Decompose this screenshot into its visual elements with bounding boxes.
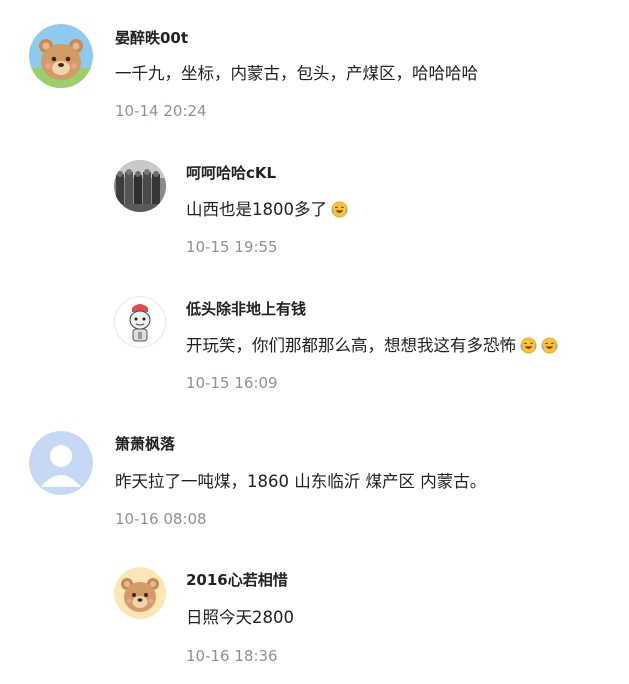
timestamp: 10-15 19:55: [186, 238, 278, 256]
comment-text: 一千九，坐标，内蒙古，包头，产煤区，哈哈哈哈: [115, 64, 478, 83]
comment-text: 开玩笑，你们那都那么高，想想我这有多恐怖: [186, 335, 558, 357]
default-user-avatar[interactable]: [29, 431, 93, 495]
cartoon-figure-avatar[interactable]: [114, 296, 166, 348]
comment-text: 日照今天2800: [186, 608, 294, 627]
username[interactable]: 晏醉昳00t: [115, 28, 188, 48]
bear-avatar[interactable]: [114, 567, 166, 619]
laughing-crying-emoji-icon: [331, 201, 348, 218]
laughing-crying-emoji-icon: [541, 337, 558, 354]
bear-avatar[interactable]: [29, 24, 93, 88]
timestamp: 10-15 16:09: [186, 374, 278, 392]
timestamp: 10-16 08:08: [115, 510, 207, 528]
username[interactable]: 箫萧枫落: [115, 434, 175, 454]
comment-text-content: 开玩笑，你们那都那么高，想想我这有多恐怖: [186, 336, 516, 355]
comment-text: 山西也是1800多了: [186, 199, 348, 221]
timestamp: 10-16 18:36: [186, 647, 278, 665]
username[interactable]: 2016心若相惜: [186, 570, 288, 590]
comment-text: 昨天拉了一吨煤，1860 山东临沂 煤产区 内蒙古。: [115, 472, 487, 491]
laughing-crying-emoji-icon: [520, 337, 537, 354]
comment-text-content: 山西也是1800多了: [186, 200, 327, 219]
username[interactable]: 低头除非地上有钱: [186, 299, 306, 319]
username[interactable]: 呵呵哈哈cKL: [186, 163, 276, 183]
group-photo-avatar[interactable]: [114, 160, 166, 212]
timestamp: 10-14 20:24: [115, 102, 207, 120]
